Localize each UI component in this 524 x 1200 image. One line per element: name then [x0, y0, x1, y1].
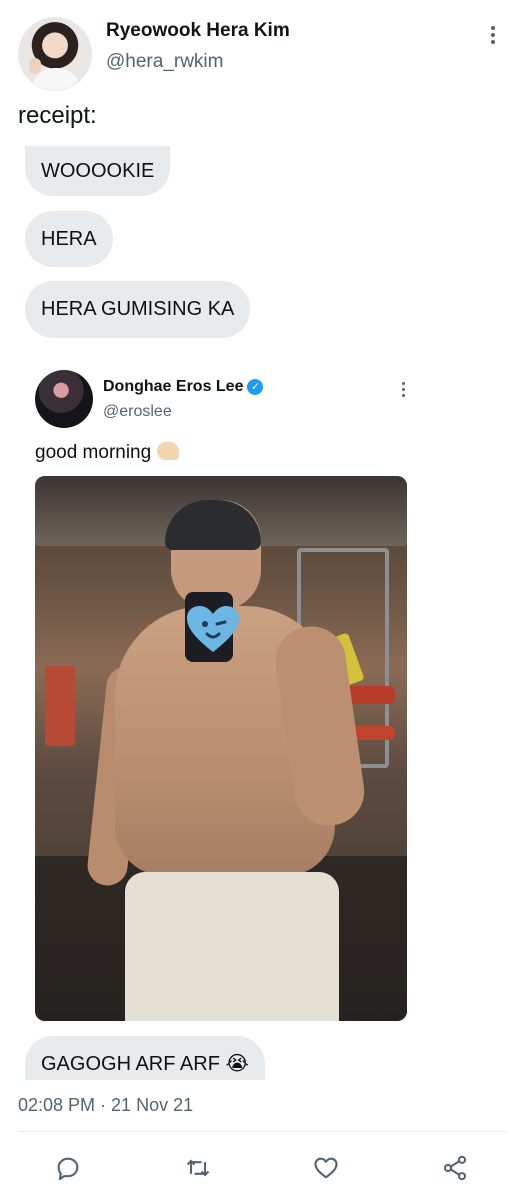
- chat-bubble: HERA GUMISING KA: [25, 281, 251, 338]
- quoted-name-row[interactable]: Donghae Eros Lee ✓: [103, 378, 264, 396]
- quoted-name: Donghae Eros Lee: [103, 378, 244, 395]
- more-options-icon[interactable]: [486, 26, 500, 48]
- retweet-button[interactable]: [180, 1150, 216, 1186]
- divider: [18, 1131, 506, 1132]
- user-handle[interactable]: @hera_rwkim: [106, 51, 223, 73]
- quoted-avatar[interactable]: [35, 370, 93, 428]
- photo-shorts: [125, 872, 339, 1021]
- photo-bench: [45, 666, 75, 746]
- quoted-handle[interactable]: @eroslee: [103, 403, 172, 421]
- tweet-header: Ryeowook Hera Kim @hera_rwkim: [0, 0, 524, 100]
- blue-heart-sticker-icon: [187, 606, 239, 652]
- quoted-text-row: good morning: [35, 442, 180, 464]
- share-icon: [443, 1155, 467, 1181]
- avatar-hand: [29, 58, 41, 74]
- chat-bubble: GAGOGH ARF ARF 😭: [25, 1036, 265, 1080]
- quoted-tweet[interactable]: Donghae Eros Lee ✓ @eroslee good morning: [25, 358, 425, 1038]
- gym-selfie-photo[interactable]: [35, 476, 407, 1021]
- like-button[interactable]: [308, 1150, 344, 1186]
- tweet-timestamp[interactable]: 02:08 PM · 21 Nov 21: [18, 1095, 193, 1116]
- retweet-icon: [186, 1159, 210, 1177]
- quoted-text: good morning: [35, 442, 152, 463]
- chat-bubble: HERA: [25, 211, 113, 267]
- user-avatar[interactable]: [18, 17, 92, 91]
- reply-button[interactable]: [50, 1150, 86, 1186]
- tweet-actions: [0, 1140, 524, 1196]
- flexed-biceps-icon: [157, 442, 180, 460]
- reply-icon: [57, 1157, 79, 1181]
- quoted-more-options-icon[interactable]: [399, 382, 407, 400]
- share-button[interactable]: [437, 1150, 473, 1186]
- like-icon: [314, 1157, 338, 1179]
- verified-badge-icon: ✓: [247, 379, 264, 395]
- chat-bubble: WOOOOKIE: [25, 146, 171, 196]
- tweet-text: receipt:: [18, 102, 97, 129]
- user-name[interactable]: Ryeowook Hera Kim: [106, 20, 290, 42]
